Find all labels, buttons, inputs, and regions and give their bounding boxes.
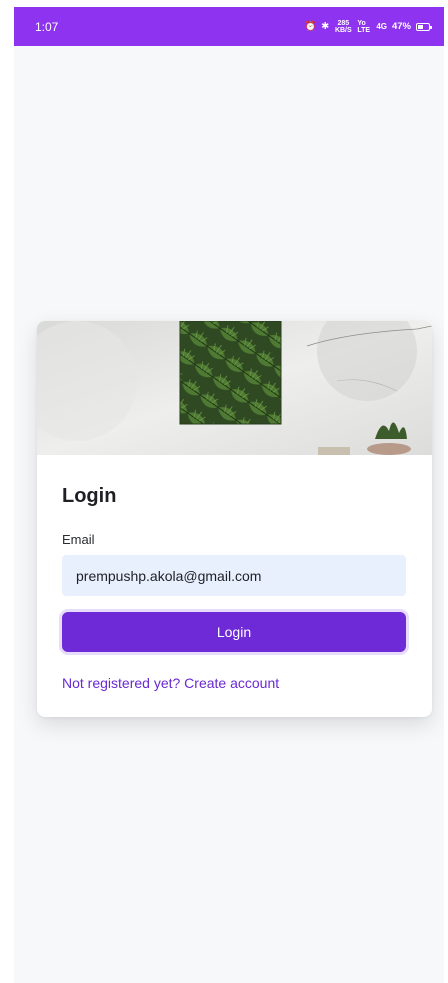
battery-icon xyxy=(416,22,432,31)
login-button[interactable]: Login xyxy=(62,612,406,652)
status-time: 1:07 xyxy=(35,19,59,34)
login-title: Login xyxy=(62,485,117,507)
create-account-link[interactable]: Not registered yet? Create account xyxy=(62,675,279,691)
battery-percent: 47% xyxy=(391,20,411,32)
phone-screen: 1:07 ⏰ ✱ 285 KB/S Yo LTE 4G 47% Login Em… xyxy=(14,7,444,983)
card-header-image xyxy=(37,321,432,455)
signal-icon: 4G xyxy=(376,21,387,31)
email-label: Email xyxy=(62,532,95,547)
volte-indicator: Yo LTE xyxy=(357,19,371,34)
network-speed: 285 KB/S xyxy=(334,19,352,34)
alarm-icon: ⏰ xyxy=(304,20,317,32)
email-field[interactable] xyxy=(62,555,406,596)
bluetooth-icon: ✱ xyxy=(321,20,330,32)
login-card: Login Email Login Not registered yet? Cr… xyxy=(37,321,432,717)
status-icons: ⏰ ✱ 285 KB/S Yo LTE 4G 47% xyxy=(304,19,432,34)
status-bar: 1:07 ⏰ ✱ 285 KB/S Yo LTE 4G 47% xyxy=(14,7,444,46)
